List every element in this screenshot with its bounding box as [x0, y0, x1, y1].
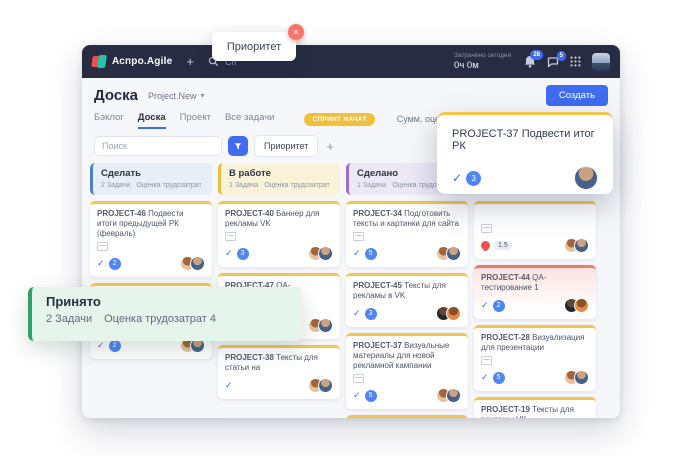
- add-filter-icon[interactable]: +: [326, 139, 334, 154]
- check-icon: ✓: [97, 259, 105, 268]
- tab-project[interactable]: Проект: [180, 112, 211, 129]
- estimate-badge: 5: [493, 372, 505, 384]
- task-card[interactable]: PROJECT-38 Тексты для статьи на ✓: [218, 345, 340, 399]
- avatar: [446, 246, 461, 261]
- check-icon: ✓: [452, 172, 462, 184]
- description-icon: [481, 224, 492, 233]
- column-accepted: 1.5 PROJECT-44 QA-тестирование 1 ✓2 PROJ…: [474, 163, 596, 418]
- user-avatar[interactable]: [592, 53, 610, 71]
- close-icon[interactable]: ×: [288, 24, 304, 40]
- check-icon: ✓: [353, 391, 361, 400]
- task-card-popup[interactable]: PROJECT-37 Подвести итог РК ✓3: [437, 112, 613, 194]
- accepted-column-callout: Принято 2 ЗадачиОценка трудозатрат 4: [28, 287, 302, 341]
- avatar: [574, 370, 589, 385]
- check-icon: ✓: [225, 381, 233, 390]
- estimate-badge: 3: [237, 248, 249, 260]
- tab-all-tasks[interactable]: Все задачи: [225, 112, 275, 129]
- priority-tooltip: Приоритет ×: [212, 32, 296, 61]
- description-icon: [353, 232, 364, 241]
- description-icon: [353, 374, 364, 383]
- column-header: В работе 1 ЗадачаОценка трудозатрат 3: [218, 163, 340, 195]
- description-icon: [481, 356, 492, 365]
- app-header: Аспро.Agile + Сп Затрачено сегодня 0ч 0м…: [82, 45, 620, 78]
- estimate-badge: 5: [365, 248, 377, 260]
- avatar: [446, 388, 461, 403]
- avatar: [190, 256, 205, 271]
- estimate-badge: 2: [109, 258, 121, 270]
- time-tracker[interactable]: Затрачено сегодня 0ч 0м: [454, 52, 511, 71]
- notifications-badge: 28: [530, 50, 543, 60]
- task-card[interactable]: PROJECT-28 Визуализация для презентации …: [474, 325, 596, 391]
- check-icon: ✓: [97, 341, 105, 350]
- column-done: Сделано 1 ЗадачаОценка трудозатрат PROJE…: [346, 163, 468, 418]
- estimate-badge: 3: [466, 171, 481, 186]
- estimate-badge: 5: [365, 390, 377, 402]
- task-card[interactable]: PROJECT-23 Итоги РК ✓5: [346, 415, 468, 418]
- sprint-status-badge: СПРИНТ НАЧАТ: [304, 113, 374, 126]
- project-select[interactable]: Project.New ▾: [148, 91, 205, 101]
- check-icon: ✓: [353, 309, 361, 318]
- add-task-icon[interactable]: +: [186, 55, 194, 68]
- task-card[interactable]: PROJECT-46 Подвести итоги предыдущей РК …: [90, 201, 212, 277]
- avatar: [574, 298, 589, 313]
- check-icon: ✓: [353, 249, 361, 258]
- estimate-badge: 2: [109, 340, 121, 352]
- avatar: [318, 378, 333, 393]
- create-button[interactable]: Создать: [546, 85, 608, 106]
- app-window: Аспро.Agile + Сп Затрачено сегодня 0ч 0м…: [82, 45, 620, 418]
- description-icon: [97, 242, 108, 251]
- search-input[interactable]: [94, 136, 222, 156]
- messages-button[interactable]: 5: [547, 56, 559, 68]
- app-name: Аспро.Agile: [112, 56, 172, 67]
- priority-filter-chip[interactable]: Приоритет: [254, 135, 318, 157]
- task-card[interactable]: PROJECT-44 QA-тестирование 1 ✓2: [474, 265, 596, 319]
- messages-badge: 5: [557, 51, 566, 61]
- description-icon: [225, 232, 236, 241]
- check-icon: ✓: [481, 301, 489, 310]
- overdue-badge: 1.5: [494, 241, 512, 250]
- funnel-icon: [234, 141, 242, 151]
- board-toolbar: Доска Project.New ▾ Создать: [82, 78, 620, 106]
- task-card[interactable]: PROJECT-45 Тексты для рекламы в VK ✓3: [346, 273, 468, 327]
- check-icon: ✓: [225, 249, 233, 258]
- avatar: [446, 306, 461, 321]
- tab-board[interactable]: Доска: [138, 112, 166, 129]
- chevron-down-icon: ▾: [201, 91, 205, 100]
- avatar: [318, 318, 333, 333]
- task-card[interactable]: PROJECT-37 Визуальные материалы для ново…: [346, 333, 468, 409]
- avatar: [574, 166, 598, 190]
- estimate-badge: 2: [493, 300, 505, 312]
- check-icon: ✓: [481, 373, 489, 382]
- page-title: Доска: [94, 87, 138, 104]
- avatar: [318, 246, 333, 261]
- avatar: [574, 238, 589, 253]
- task-card[interactable]: PROJECT-40 Баннер для рекламы VK ✓3: [218, 201, 340, 267]
- task-card[interactable]: PROJECT-34 Подготовить тексты и картинки…: [346, 201, 468, 267]
- app-logo-icon: [92, 55, 106, 68]
- task-card[interactable]: 1.5: [474, 201, 596, 259]
- filter-button[interactable]: [228, 136, 248, 156]
- tab-backlog[interactable]: Бэклог: [94, 112, 124, 129]
- overdue-icon: [479, 239, 492, 252]
- column-header: Сделать 2 ЗадачиОценка трудозатрат 4: [90, 163, 212, 195]
- task-card[interactable]: PROJECT-19 Тексты для рекламы VK ✓5: [474, 397, 596, 418]
- notifications-button[interactable]: 28: [524, 55, 536, 68]
- apps-grid-icon[interactable]: [570, 56, 581, 67]
- estimate-badge: 3: [365, 308, 377, 320]
